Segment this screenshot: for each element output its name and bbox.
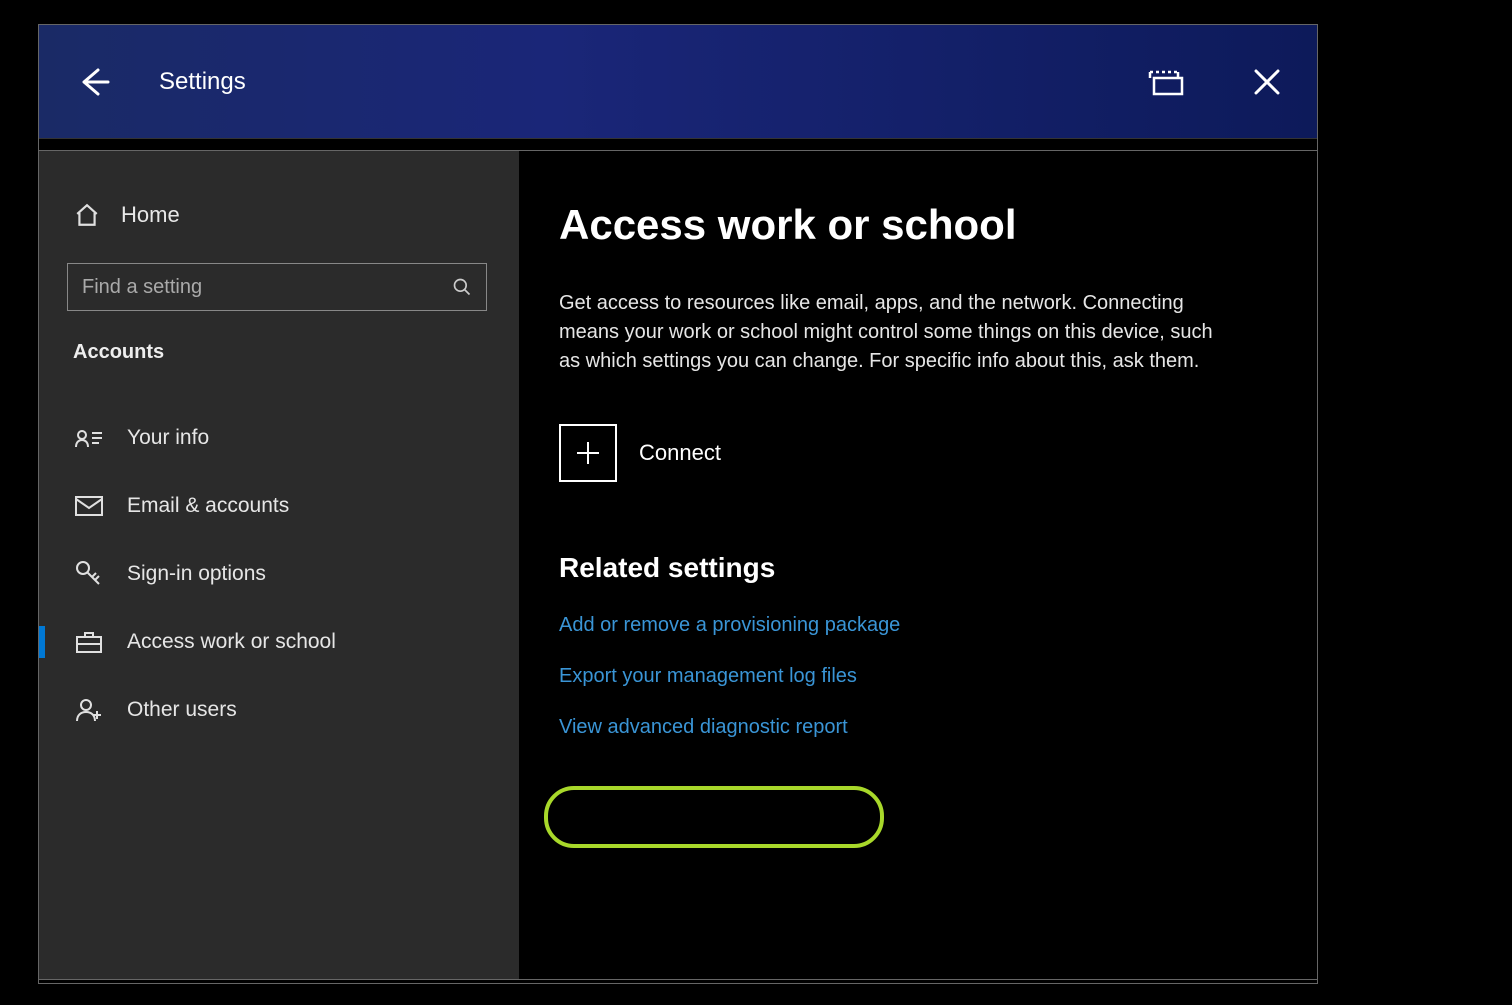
sidebar-item-label: Your info bbox=[127, 426, 209, 450]
home-icon bbox=[73, 201, 101, 229]
back-arrow-icon bbox=[76, 64, 112, 100]
back-button[interactable] bbox=[69, 57, 119, 107]
annotation-highlight bbox=[544, 786, 884, 848]
mail-icon bbox=[75, 492, 103, 520]
sidebar: Home Accounts Your bbox=[39, 151, 519, 979]
sidebar-item-label: Sign-in options bbox=[127, 562, 266, 586]
task-view-button[interactable] bbox=[1147, 62, 1187, 102]
plus-icon bbox=[574, 439, 602, 467]
page-description: Get access to resources like email, apps… bbox=[559, 289, 1219, 376]
sidebar-item-other-users[interactable]: Other users bbox=[67, 676, 491, 744]
search-icon bbox=[452, 277, 472, 297]
link-view-diagnostic-report[interactable]: View advanced diagnostic report bbox=[559, 716, 1277, 739]
person-add-icon bbox=[75, 696, 103, 724]
home-label: Home bbox=[121, 202, 180, 228]
connect-label: Connect bbox=[639, 440, 721, 466]
sidebar-item-signin-options[interactable]: Sign-in options bbox=[67, 540, 491, 608]
sidebar-item-label: Email & accounts bbox=[127, 494, 289, 518]
sidebar-item-label: Access work or school bbox=[127, 630, 336, 654]
titlebar: Settings bbox=[39, 25, 1317, 139]
sidebar-item-email-accounts[interactable]: Email & accounts bbox=[67, 472, 491, 540]
sidebar-item-your-info[interactable]: Your info bbox=[67, 404, 491, 472]
settings-content: Home Accounts Your bbox=[38, 150, 1318, 980]
close-button[interactable] bbox=[1247, 62, 1287, 102]
window-title: Settings bbox=[159, 68, 1147, 96]
link-provisioning-package[interactable]: Add or remove a provisioning package bbox=[559, 614, 1277, 637]
close-icon bbox=[1252, 67, 1282, 97]
search-input[interactable] bbox=[82, 276, 452, 299]
task-view-icon bbox=[1148, 66, 1186, 98]
category-header: Accounts bbox=[67, 341, 491, 364]
sidebar-item-label: Other users bbox=[127, 698, 237, 722]
main-panel: Access work or school Get access to reso… bbox=[519, 151, 1317, 979]
home-button[interactable]: Home bbox=[67, 201, 491, 229]
related-settings-heading: Related settings bbox=[559, 552, 1277, 584]
briefcase-icon bbox=[75, 628, 103, 656]
plus-box bbox=[559, 424, 617, 482]
page-title: Access work or school bbox=[559, 201, 1277, 249]
link-export-log-files[interactable]: Export your management log files bbox=[559, 665, 1277, 688]
sidebar-item-access-work-school[interactable]: Access work or school bbox=[67, 608, 491, 676]
person-card-icon bbox=[75, 424, 103, 452]
connect-button[interactable]: Connect bbox=[559, 424, 1277, 482]
key-icon bbox=[75, 560, 103, 588]
search-box[interactable] bbox=[67, 263, 487, 311]
